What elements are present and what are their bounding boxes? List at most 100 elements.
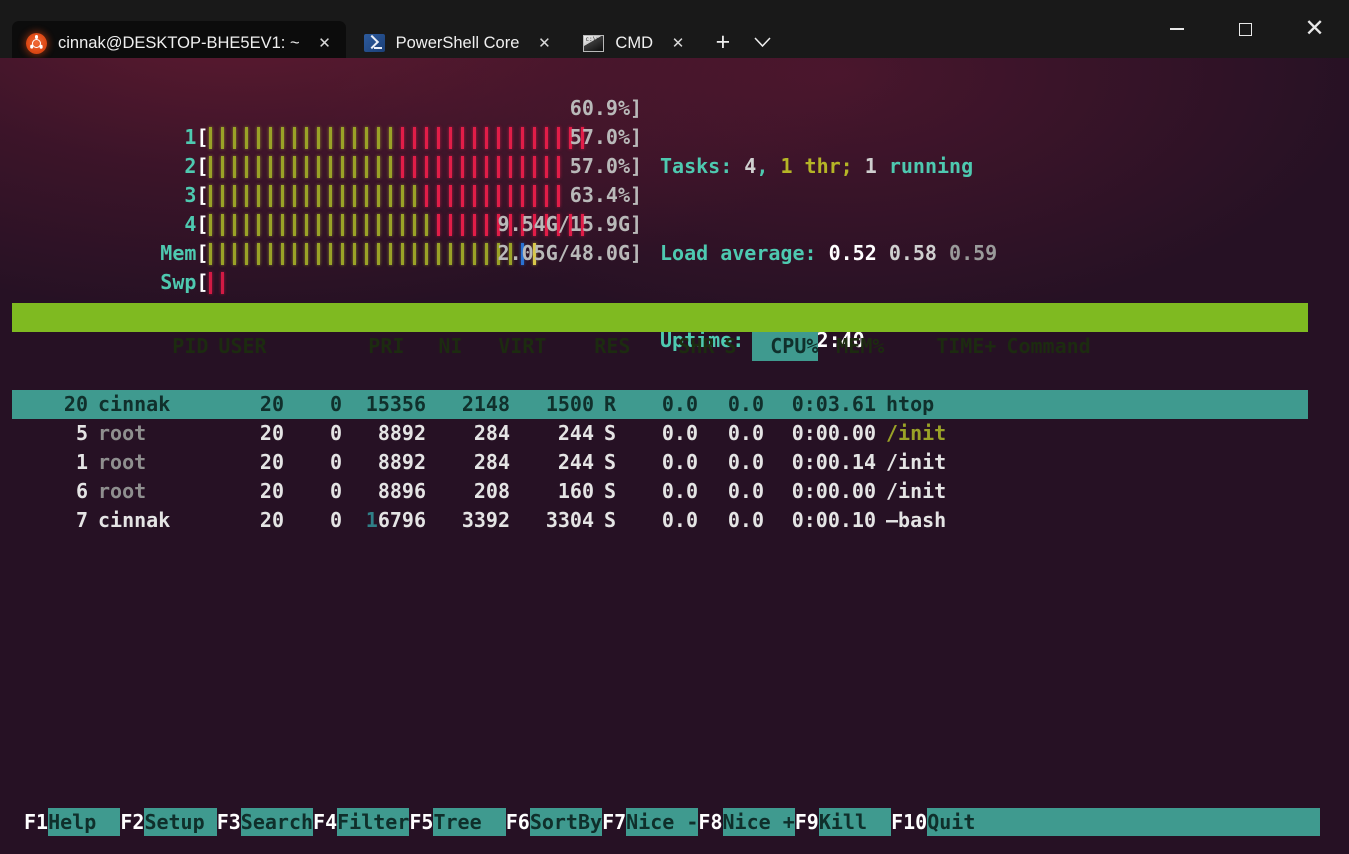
ubuntu-icon: [26, 33, 47, 54]
cell-pid: 20: [12, 390, 88, 419]
minimize-button[interactable]: [1142, 0, 1211, 58]
meter-bracket-right: ]: [630, 210, 644, 239]
cell-pri: 20: [216, 506, 284, 535]
cell-pri: 20: [216, 477, 284, 506]
cell-virt: 8892: [342, 419, 426, 448]
cell-ni: 0: [284, 390, 342, 419]
load-1min: 0.52: [829, 241, 877, 265]
powershell-icon: [364, 33, 385, 54]
cell-res: 2148: [426, 390, 510, 419]
cell-cpu: 0.0: [632, 390, 698, 419]
cell-s: S: [594, 448, 632, 477]
function-label-sortby[interactable]: SortBy: [530, 808, 602, 836]
function-label-help[interactable]: Help: [48, 808, 120, 836]
column-header-mem[interactable]: MEM%: [818, 332, 884, 361]
cell-pid: 7: [12, 506, 88, 535]
cell-s: S: [594, 419, 632, 448]
function-key-f5: F5: [409, 808, 433, 836]
function-label-quit[interactable]: Quit: [927, 808, 975, 836]
cell-s: R: [594, 390, 632, 419]
column-header-cpu[interactable]: CPU%: [752, 332, 818, 361]
cell-user: cinnak: [88, 506, 216, 535]
cell-user: root: [88, 477, 216, 506]
maximize-button[interactable]: [1211, 0, 1280, 58]
column-header-state[interactable]: S: [714, 332, 752, 361]
column-header-shr[interactable]: SHR: [630, 332, 714, 361]
terminal-content[interactable]: 1[ 60.9% ] 2[ 57.0% ] 3[ 57.0% ] 4[ 63.4…: [0, 58, 1349, 854]
tab-title: CMD: [615, 34, 653, 53]
cell-shr: 244: [510, 448, 594, 477]
cell-shr: 160: [510, 477, 594, 506]
tasks-count: 4: [744, 154, 756, 178]
function-label-setup[interactable]: Setup: [144, 808, 216, 836]
window-controls: ✕: [1142, 0, 1349, 58]
function-key-f7: F7: [602, 808, 626, 836]
function-bar-filler: [975, 808, 1320, 836]
cell-mem: 0.0: [698, 390, 764, 419]
thread-count: 1: [780, 154, 792, 178]
running-count: 1: [865, 154, 877, 178]
load-average-line: Load average: 0.52 0.58 0.59: [660, 239, 997, 268]
function-key-f6: F6: [506, 808, 530, 836]
column-header-time[interactable]: TIME+: [884, 332, 996, 361]
table-body: 20cinnak2001535621481500R0.00.00:03.61ht…: [12, 390, 1308, 535]
cell-virt: 8896: [342, 477, 426, 506]
cell-virt: 15356: [342, 390, 426, 419]
close-icon[interactable]: ✕: [533, 32, 555, 54]
function-label-nice[interactable]: Nice -: [626, 808, 698, 836]
function-label-tree[interactable]: Tree: [433, 808, 505, 836]
function-label-search[interactable]: Search: [241, 808, 313, 836]
tasks-label: Tasks:: [660, 154, 732, 178]
terminal-window: cinnak@DESKTOP-BHE5EV1: ~ ✕ PowerShell C…: [0, 0, 1349, 854]
table-row[interactable]: 20cinnak2001535621481500R0.00.00:03.61ht…: [12, 390, 1308, 419]
table-row[interactable]: 7cinnak2001679633923304S0.00.00:00.10–ba…: [12, 506, 1308, 535]
column-header-ni[interactable]: NI: [404, 332, 462, 361]
swap-meter-label: Swp: [132, 268, 196, 297]
tab-strip: cinnak@DESKTOP-BHE5EV1: ~ ✕ PowerShell C…: [0, 0, 783, 58]
cell-cpu: 0.0: [632, 506, 698, 535]
cell-command: /init: [876, 448, 1186, 477]
column-header-pid[interactable]: PID: [132, 332, 208, 361]
cpu-meter-value: 63.4%: [440, 181, 630, 210]
cell-command: htop: [876, 390, 1186, 419]
running-word: running: [889, 154, 973, 178]
chevron-down-icon[interactable]: [743, 22, 783, 62]
cell-user: root: [88, 419, 216, 448]
function-key-f4: F4: [313, 808, 337, 836]
function-label-kill[interactable]: Kill: [819, 808, 891, 836]
column-header-res[interactable]: RES: [546, 332, 630, 361]
function-key-f10: F10: [891, 808, 927, 836]
function-label-filter[interactable]: Filter: [337, 808, 409, 836]
cell-cpu: 0.0: [632, 448, 698, 477]
column-header-virt[interactable]: VIRT: [462, 332, 546, 361]
cell-time: 0:00.14: [764, 448, 876, 477]
cell-res: 284: [426, 448, 510, 477]
cell-mem: 0.0: [698, 419, 764, 448]
table-row[interactable]: 1root2008892284244S0.00.00:00.14/init: [12, 448, 1308, 477]
close-window-button[interactable]: ✕: [1280, 0, 1349, 58]
cell-shr: 1500: [510, 390, 594, 419]
cell-ni: 0: [284, 506, 342, 535]
function-key-f9: F9: [795, 808, 819, 836]
column-header-command[interactable]: Command: [996, 332, 1306, 361]
function-key-f2: F2: [120, 808, 144, 836]
function-key-f1: F1: [24, 808, 48, 836]
cell-ni: 0: [284, 477, 342, 506]
column-header-user[interactable]: USER: [208, 332, 336, 361]
table-row[interactable]: 6root2008896208160S0.00.00:00.00/init: [12, 477, 1308, 506]
new-tab-button[interactable]: +: [703, 22, 743, 62]
function-key-f8: F8: [698, 808, 722, 836]
close-icon[interactable]: ✕: [314, 32, 336, 54]
meter-bracket-right: ]: [630, 181, 644, 210]
cell-time: 0:00.10: [764, 506, 876, 535]
close-icon[interactable]: ✕: [667, 32, 689, 54]
table-row[interactable]: 5root2008892284244S0.00.00:00.00/init: [12, 419, 1308, 448]
cell-res: 208: [426, 477, 510, 506]
function-label-nice[interactable]: Nice +: [723, 808, 795, 836]
cmd-icon: [583, 33, 604, 54]
title-bar: cinnak@DESKTOP-BHE5EV1: ~ ✕ PowerShell C…: [0, 0, 1349, 58]
cell-command: /init: [876, 419, 1186, 448]
tasks-sep: ,: [756, 154, 780, 178]
column-header-pri[interactable]: PRI: [336, 332, 404, 361]
meter-bracket-right: ]: [630, 239, 644, 268]
